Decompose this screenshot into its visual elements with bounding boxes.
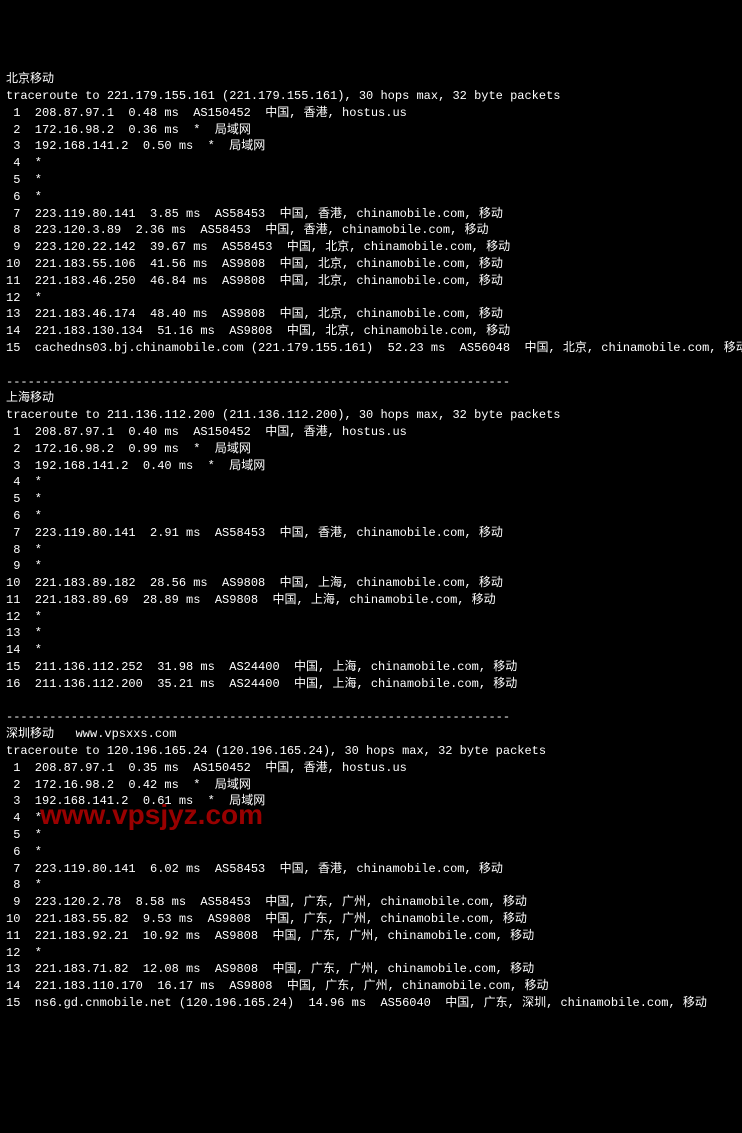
terminal-output: 北京移动 traceroute to 221.179.155.161 (221.…	[6, 71, 736, 1012]
